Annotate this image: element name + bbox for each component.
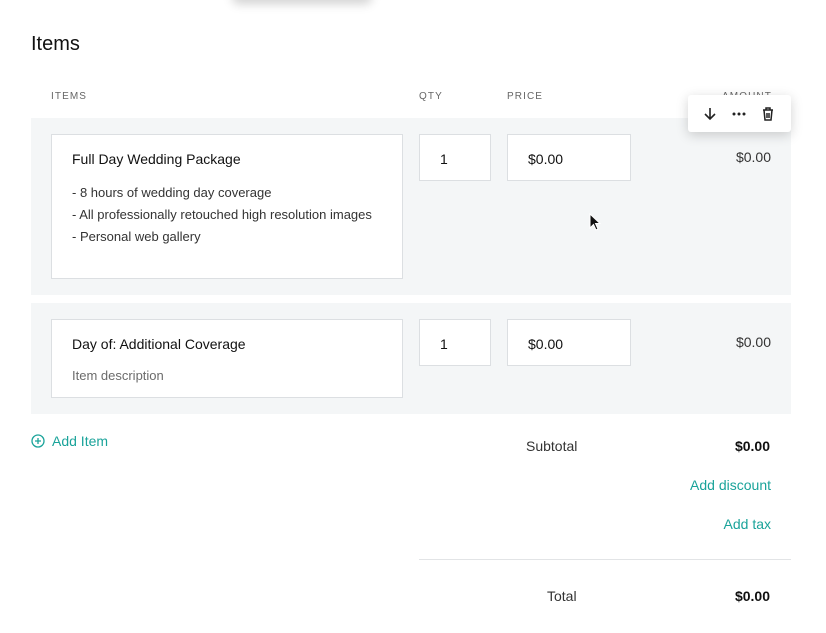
price-input[interactable]: $0.00 <box>507 319 631 366</box>
total-label: Total <box>547 588 577 604</box>
more-horizontal-icon[interactable] <box>729 104 749 124</box>
price-value: $0.00 <box>528 336 564 352</box>
description-line: - 8 hours of wedding day coverage <box>72 185 272 200</box>
item-description: - 8 hours of wedding day coverage - All … <box>72 182 372 248</box>
line-item-row: Day of: Additional Coverage Item descrip… <box>31 303 791 414</box>
total-value: $0.00 <box>734 588 770 604</box>
add-item-label: Add Item <box>52 433 109 449</box>
quantity-value: 1 <box>440 336 448 352</box>
item-description-field[interactable]: Full Day Wedding Package - 8 hours of we… <box>51 134 403 279</box>
line-item-row: Full Day Wedding Package - 8 hours of we… <box>31 118 791 295</box>
item-name: Full Day Wedding Package <box>72 151 241 167</box>
subtotal-value: $0.00 <box>734 438 770 454</box>
add-item-button[interactable]: Add Item <box>31 433 108 449</box>
page-title: Items <box>31 33 80 55</box>
subtotal-label: Subtotal <box>526 438 578 454</box>
price-value: $0.00 <box>528 151 564 167</box>
description-line: - All professionally retouched high reso… <box>72 207 372 222</box>
arrow-down-icon[interactable] <box>700 104 720 124</box>
column-header-qty: QTY <box>419 91 443 102</box>
summary-divider <box>419 559 791 560</box>
row-actions-toolbar <box>688 95 791 132</box>
column-header-price: PRICE <box>507 91 544 102</box>
line-amount: $0.00 <box>735 149 771 165</box>
item-name: Day of: Additional Coverage <box>72 336 246 352</box>
mouse-cursor-icon <box>589 213 602 231</box>
add-discount-link[interactable]: Add discount <box>690 477 771 493</box>
line-amount: $0.00 <box>735 334 771 350</box>
trash-icon[interactable] <box>758 104 778 124</box>
add-tax-link[interactable]: Add tax <box>724 516 771 532</box>
price-input[interactable]: $0.00 <box>507 134 631 181</box>
item-description-field[interactable]: Day of: Additional Coverage Item descrip… <box>51 319 403 398</box>
quantity-input[interactable]: 1 <box>419 319 491 366</box>
quantity-input[interactable]: 1 <box>419 134 491 181</box>
column-header-items: ITEMS <box>51 91 88 102</box>
plus-circle-icon <box>31 434 45 448</box>
quantity-value: 1 <box>440 151 448 167</box>
item-description-placeholder: Item description <box>72 368 164 383</box>
description-line: - Personal web gallery <box>72 229 201 244</box>
